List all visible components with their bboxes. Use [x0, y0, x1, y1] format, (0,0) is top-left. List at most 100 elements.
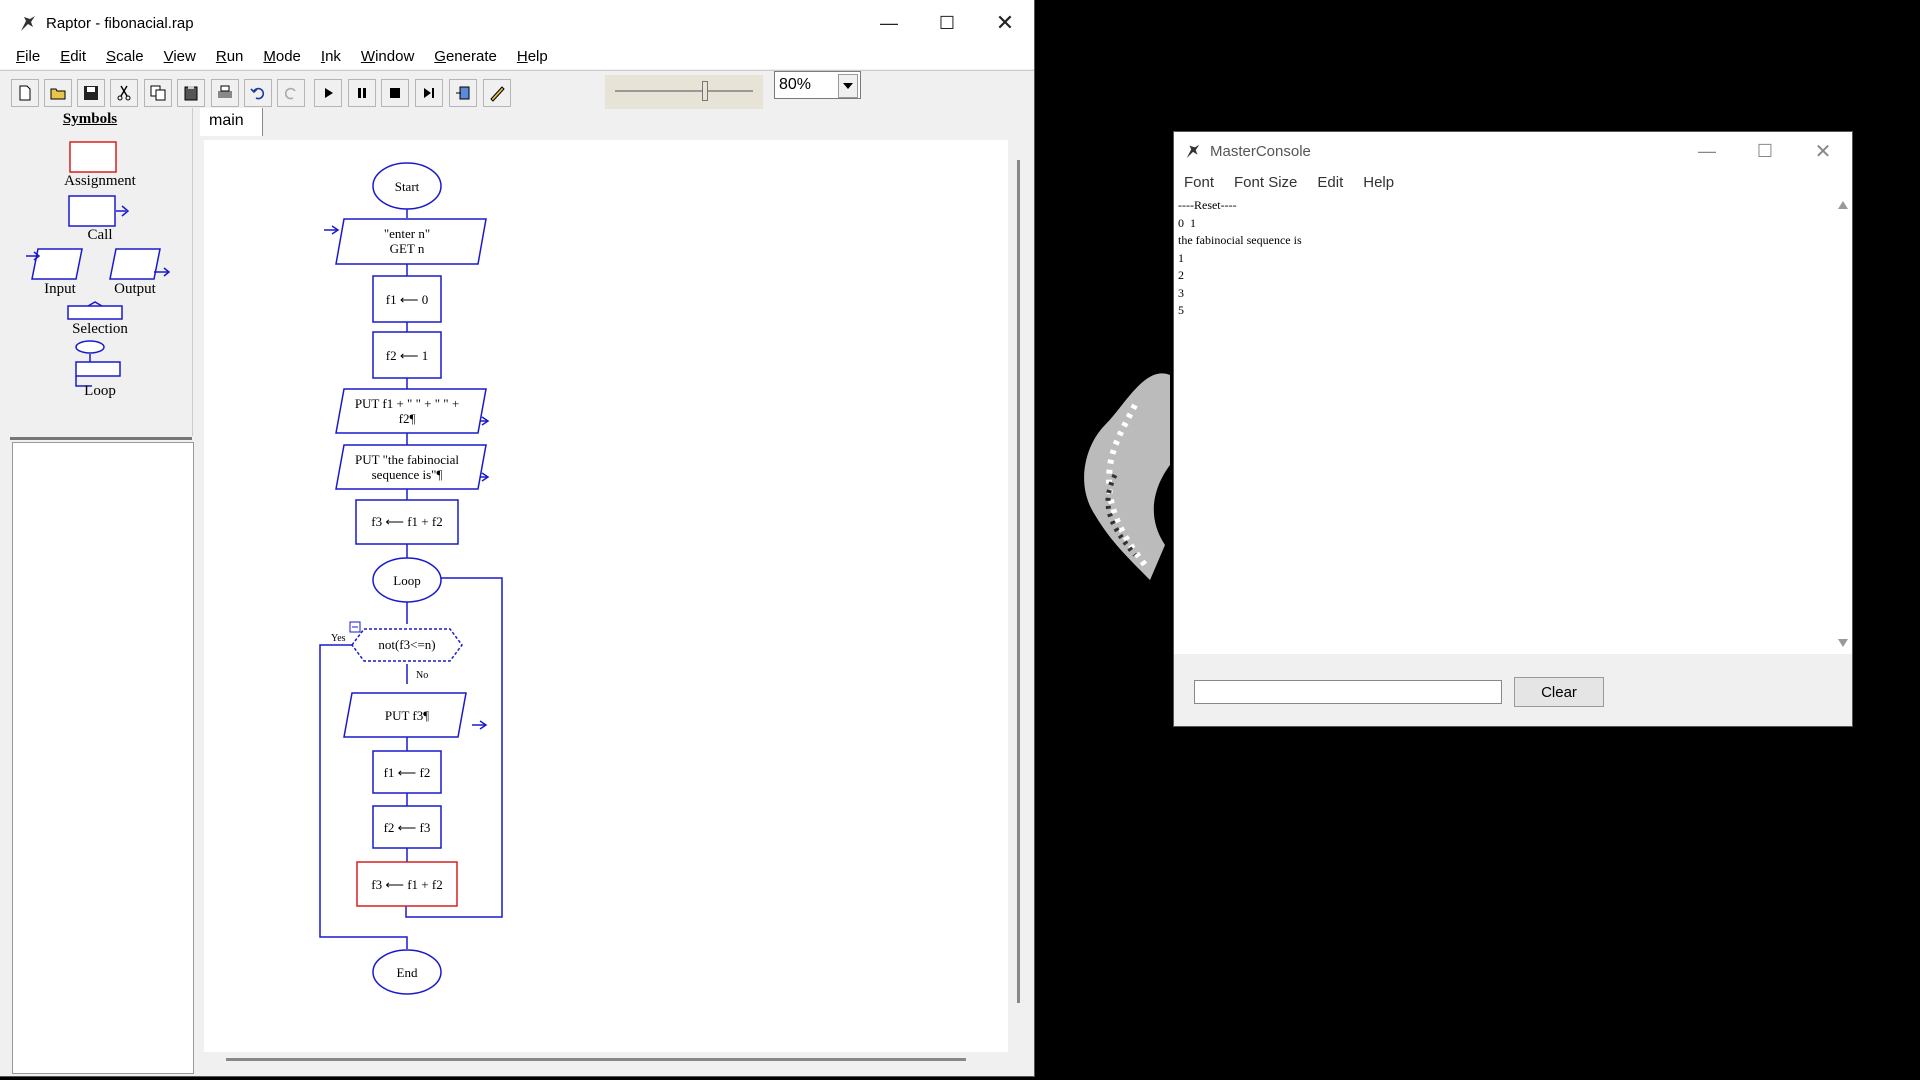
- open-button[interactable]: [44, 79, 72, 107]
- menu-ink[interactable]: Ink: [311, 48, 351, 65]
- assignment-symbol-label: Assignment: [64, 173, 136, 189]
- pause-icon: [358, 88, 366, 98]
- clear-button-label: Clear: [1541, 683, 1577, 701]
- end-label: End: [397, 965, 418, 980]
- no-label: No: [416, 670, 428, 681]
- console-menu-font[interactable]: Font: [1174, 174, 1224, 191]
- menu-run[interactable]: Run: [206, 48, 254, 65]
- scroll-up-icon[interactable]: [1838, 201, 1848, 209]
- yes-label: Yes: [331, 633, 346, 644]
- console-line: 3: [1178, 285, 1184, 300]
- cut-icon: [117, 85, 131, 101]
- symbols-header: Symbols: [62, 111, 118, 127]
- selection-symbol-label: Selection: [72, 321, 128, 337]
- vertical-scrollbar[interactable]: [1017, 160, 1020, 1003]
- speed-slider-thumb[interactable]: [701, 81, 708, 101]
- selection-symbol[interactable]: [66, 301, 126, 323]
- console-menubar: Font Font Size Edit Help: [1174, 170, 1852, 194]
- speed-slider[interactable]: [605, 75, 763, 109]
- zoom-select[interactable]: 80%: [774, 71, 861, 99]
- output-symbol[interactable]: [106, 248, 176, 282]
- cut-button[interactable]: [110, 79, 138, 107]
- minimize-button[interactable]: —: [860, 0, 918, 46]
- input-symbol-label: Input: [44, 281, 76, 297]
- copy-button[interactable]: [144, 79, 172, 107]
- console-menu-edit[interactable]: Edit: [1307, 174, 1353, 191]
- new-button[interactable]: [11, 79, 39, 107]
- menu-window[interactable]: Window: [351, 48, 424, 65]
- print-icon: [218, 85, 232, 98]
- menu-edit[interactable]: Edit: [50, 48, 96, 65]
- console-line: 5: [1178, 303, 1184, 317]
- output2-line1: PUT "the fabinocial: [355, 452, 459, 467]
- console-input-field[interactable]: [1194, 680, 1502, 704]
- close-button[interactable]: ✕: [976, 0, 1034, 46]
- console-menu-help[interactable]: Help: [1353, 174, 1404, 191]
- step-button[interactable]: [415, 79, 443, 107]
- console-line: 1: [1178, 250, 1184, 265]
- console-menu-font-size[interactable]: Font Size: [1224, 174, 1307, 191]
- ink-pen-button[interactable]: [483, 79, 511, 107]
- symbols-panel: Symbols Assignment Call Input Output Sel…: [10, 108, 193, 436]
- assign3-text: f3 ⟵ f1 + f2: [371, 514, 442, 529]
- horizontal-scrollbar[interactable]: [226, 1058, 966, 1061]
- maximize-button[interactable]: ☐: [918, 0, 976, 46]
- step-icon: [424, 88, 434, 98]
- console-maximize-button[interactable]: ☐: [1736, 132, 1794, 170]
- console-line: 0 1: [1178, 215, 1196, 230]
- loop-symbol-label: Loop: [84, 383, 116, 399]
- output1-line2: f2¶: [399, 411, 416, 426]
- run-button[interactable]: [314, 79, 342, 107]
- speed-slider-track: [615, 90, 753, 92]
- condition-text: not(f3<=n): [378, 637, 435, 652]
- flowchart: Start "enter n" GET n f1 ⟵ 0 f2 ⟵ 1 PUT …: [319, 162, 503, 995]
- raptor-window-title: Raptor - fibonacial.rap: [46, 14, 194, 32]
- play-icon: [325, 88, 333, 98]
- output2-line2: sequence is"¶: [372, 467, 443, 482]
- assignment-symbol[interactable]: [69, 141, 117, 173]
- raptor-titlebar[interactable]: Raptor - fibonacial.rap — ☐ ✕: [0, 0, 1034, 46]
- scroll-down-icon[interactable]: [1838, 639, 1848, 647]
- console-line: the fabinocial sequence is: [1178, 233, 1302, 247]
- raptor-console-icon: [1186, 144, 1200, 159]
- input-symbol[interactable]: [26, 248, 96, 282]
- tab-main[interactable]: main: [200, 108, 263, 136]
- server-icon: [456, 86, 470, 100]
- loop-symbol[interactable]: [66, 340, 126, 388]
- menu-file[interactable]: File: [6, 48, 50, 65]
- console-output-area[interactable]: ----Reset---- 0 1 the fabinocial sequence …: [1174, 194, 1834, 654]
- clear-button[interactable]: Clear: [1514, 677, 1604, 707]
- console-scrollbar[interactable]: [1834, 194, 1852, 654]
- copy-icon: [150, 85, 166, 101]
- start-label: Start: [395, 179, 420, 194]
- menu-scale[interactable]: Scale: [96, 48, 154, 65]
- raptor-window: Raptor - fibonacial.rap — ☐ ✕ File Edit Sc…: [0, 0, 1034, 1076]
- assign6-text: f3 ⟵ f1 + f2: [371, 877, 442, 892]
- tab-main-label: main: [209, 112, 244, 129]
- console-close-button[interactable]: ✕: [1794, 132, 1852, 170]
- input-prompt-text: "enter n": [384, 226, 430, 241]
- zoom-dropdown-button[interactable]: [838, 74, 858, 98]
- undo-button[interactable]: [244, 79, 272, 107]
- test-server-button[interactable]: [449, 79, 477, 107]
- menu-generate[interactable]: Generate: [424, 48, 507, 65]
- paste-button[interactable]: [177, 79, 205, 107]
- console-titlebar[interactable]: MasterConsole — ☐ ✕: [1174, 132, 1852, 170]
- pause-button[interactable]: [348, 79, 376, 107]
- call-symbol[interactable]: [68, 195, 138, 227]
- console-minimize-button[interactable]: —: [1678, 132, 1736, 170]
- menu-mode[interactable]: Mode: [253, 48, 311, 65]
- save-button[interactable]: [77, 79, 105, 107]
- menu-help[interactable]: Help: [507, 48, 558, 65]
- flowchart-canvas[interactable]: Start "enter n" GET n f1 ⟵ 0 f2 ⟵ 1 PUT …: [204, 140, 1008, 1052]
- output1-line1: PUT f1 + " " + " " +: [355, 396, 459, 411]
- output-symbol-label: Output: [114, 281, 156, 297]
- input-var-text: GET n: [390, 241, 425, 256]
- stop-button[interactable]: [381, 79, 409, 107]
- redo-button[interactable]: [277, 79, 305, 107]
- menu-view[interactable]: View: [154, 48, 206, 65]
- zoom-value: 80%: [779, 76, 812, 93]
- console-window-title: MasterConsole: [1210, 142, 1311, 160]
- assign5-text: f2 ⟵ f3: [384, 820, 431, 835]
- print-button[interactable]: [211, 79, 239, 107]
